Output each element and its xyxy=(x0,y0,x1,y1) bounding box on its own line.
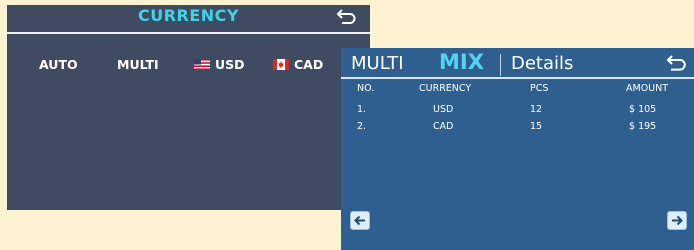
column-header-currency: CURRENCY xyxy=(419,83,472,94)
currency-option-usd[interactable]: USD xyxy=(194,57,245,72)
mix-details-screen: MULTI MIX Details NO. CURRENCY PCS AMOUN… xyxy=(341,48,694,250)
tab-multi[interactable]: MULTI xyxy=(351,53,404,74)
cell-no: 1. xyxy=(357,104,367,115)
column-header-pcs: PCS xyxy=(530,83,549,94)
details-title: Details xyxy=(511,53,574,74)
arrow-right-icon xyxy=(672,215,683,226)
cell-no: 2. xyxy=(357,121,367,132)
cell-amount: $ 195 xyxy=(629,121,657,132)
us-flag-icon xyxy=(194,59,210,70)
option-label: USD xyxy=(215,57,245,72)
currency-option-cad[interactable]: CAD xyxy=(273,57,323,72)
currency-option-auto[interactable]: AUTO xyxy=(39,57,78,72)
return-icon xyxy=(666,55,686,71)
cell-currency: USD xyxy=(433,104,454,115)
cell-currency: CAD xyxy=(433,121,454,132)
mix-header-divider xyxy=(341,77,694,79)
mix-header: MULTI MIX Details xyxy=(341,48,694,78)
currency-divider xyxy=(7,32,370,34)
mix-back-button[interactable] xyxy=(664,54,686,73)
canada-flag-icon xyxy=(273,59,289,70)
currency-back-button[interactable] xyxy=(334,8,356,26)
cell-pcs: 12 xyxy=(530,104,543,115)
arrow-left-icon xyxy=(354,215,365,226)
return-icon xyxy=(336,9,356,24)
currency-screen: CURRENCY AUTO MULTI USD CAD xyxy=(7,5,370,210)
cell-pcs: 15 xyxy=(530,121,543,132)
currency-header: CURRENCY xyxy=(7,5,370,30)
cell-amount: $ 105 xyxy=(629,104,657,115)
currency-option-multi[interactable]: MULTI xyxy=(117,57,159,72)
next-page-button[interactable] xyxy=(667,211,687,230)
option-label: CAD xyxy=(294,57,324,72)
currency-title: CURRENCY xyxy=(137,6,240,25)
prev-page-button[interactable] xyxy=(350,211,370,230)
column-header-amount: AMOUNT xyxy=(626,83,669,94)
tab-mix[interactable]: MIX xyxy=(439,50,484,74)
column-header-no: NO. xyxy=(357,83,375,94)
option-label: MULTI xyxy=(117,57,159,72)
header-separator xyxy=(500,54,501,76)
option-label: AUTO xyxy=(39,57,78,72)
